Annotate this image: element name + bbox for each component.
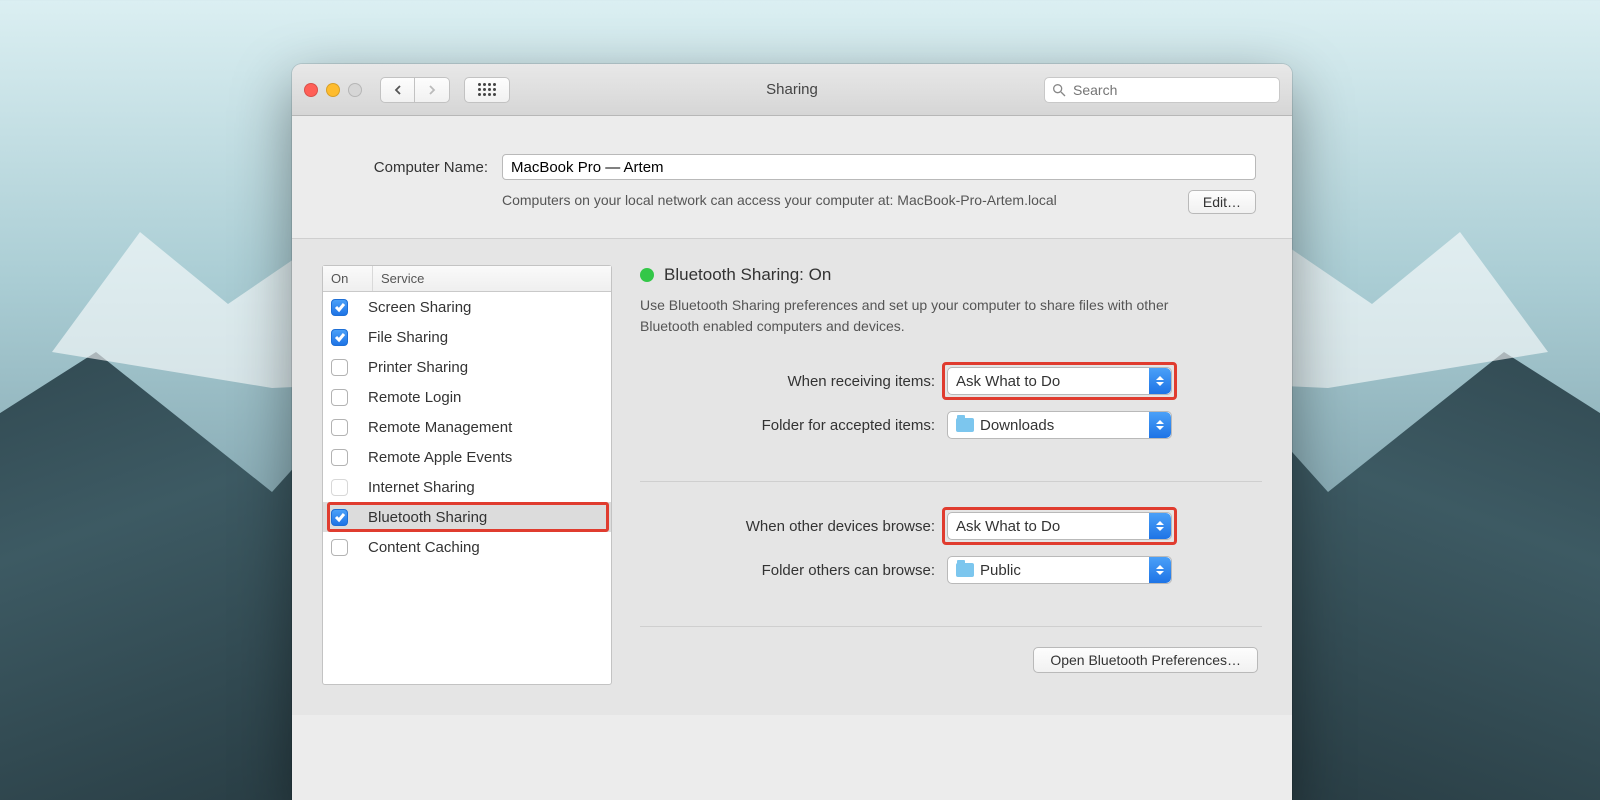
forward-button[interactable] [415, 77, 450, 103]
window-title: Sharing [766, 81, 818, 98]
status-indicator-on-icon [640, 268, 654, 282]
back-button[interactable] [380, 77, 415, 103]
service-checkbox[interactable] [331, 329, 348, 346]
sharing-preferences-window: Sharing Computer Name: Computers on your… [292, 64, 1292, 800]
search-field-wrap [1044, 77, 1280, 103]
accepted-folder-popup[interactable]: Downloads [947, 411, 1172, 439]
folder-icon [956, 418, 974, 432]
computer-name-label: Computer Name: [328, 159, 488, 176]
browse-folder-popup[interactable]: Public [947, 556, 1172, 584]
computer-name-section: Computer Name: Computers on your local n… [292, 116, 1292, 239]
service-checkbox[interactable] [331, 419, 348, 436]
service-row[interactable]: Content Caching [323, 532, 611, 562]
service-checkbox[interactable] [331, 299, 348, 316]
service-checkbox[interactable] [331, 539, 348, 556]
receiving-action-popup[interactable]: Ask What to Do [947, 367, 1172, 395]
browse-action-value: Ask What to Do [956, 518, 1060, 535]
service-row[interactable]: Screen Sharing [323, 292, 611, 322]
popup-arrows-icon [1149, 557, 1171, 583]
service-label: Remote Management [368, 419, 512, 436]
sharing-body: On Service Screen Sharing File Sharing Pri… [292, 239, 1292, 715]
service-row[interactable]: Remote Management [323, 412, 611, 442]
service-checkbox [331, 479, 348, 496]
service-list: On Service Screen Sharing File Sharing Pri… [322, 265, 612, 685]
edit-hostname-button[interactable]: Edit… [1188, 190, 1256, 214]
zoom-window-button[interactable] [348, 83, 362, 97]
service-label: Remote Login [368, 389, 461, 406]
service-row[interactable]: Bluetooth Sharing [323, 502, 611, 532]
minimize-window-button[interactable] [326, 83, 340, 97]
search-icon [1051, 82, 1067, 98]
folder-icon [956, 563, 974, 577]
popup-arrows-icon [1149, 368, 1171, 394]
service-detail-pane: Bluetooth Sharing: On Use Bluetooth Shar… [640, 265, 1262, 685]
service-list-rows: Screen Sharing File Sharing Printer Sharin… [323, 292, 611, 684]
receiving-action-value: Ask What to Do [956, 373, 1060, 390]
receiving-label: When receiving items: [640, 373, 935, 390]
service-row[interactable]: Remote Login [323, 382, 611, 412]
service-label: File Sharing [368, 329, 448, 346]
grid-icon [478, 83, 496, 96]
accepted-folder-value: Downloads [980, 417, 1054, 434]
service-label: Bluetooth Sharing [368, 509, 487, 526]
receiving-group: When receiving items: Ask What to Do Fol… [640, 367, 1262, 482]
service-label: Printer Sharing [368, 359, 468, 376]
open-bluetooth-preferences-button[interactable]: Open Bluetooth Preferences… [1033, 647, 1258, 673]
service-checkbox[interactable] [331, 449, 348, 466]
close-window-button[interactable] [304, 83, 318, 97]
browse-label: When other devices browse: [640, 518, 935, 535]
window-titlebar: Sharing [292, 64, 1292, 116]
browse-action-popup[interactable]: Ask What to Do [947, 512, 1172, 540]
browse-folder-value: Public [980, 562, 1021, 579]
service-description: Use Bluetooth Sharing preferences and se… [640, 295, 1220, 337]
service-label: Content Caching [368, 539, 480, 556]
service-row[interactable]: Internet Sharing [323, 472, 611, 502]
service-row[interactable]: Printer Sharing [323, 352, 611, 382]
status-title: Bluetooth Sharing: On [664, 265, 831, 285]
browse-group: When other devices browse: Ask What to D… [640, 512, 1262, 627]
show-all-prefs-button[interactable] [464, 77, 510, 103]
service-row[interactable]: File Sharing [323, 322, 611, 352]
search-input[interactable] [1044, 77, 1280, 103]
service-checkbox[interactable] [331, 509, 348, 526]
service-checkbox[interactable] [331, 389, 348, 406]
popup-arrows-icon [1149, 513, 1171, 539]
service-label: Remote Apple Events [368, 449, 512, 466]
nav-back-forward [380, 77, 450, 103]
header-on: On [323, 266, 373, 291]
service-label: Screen Sharing [368, 299, 471, 316]
computer-name-description: Computers on your local network can acce… [502, 190, 1174, 214]
service-checkbox[interactable] [331, 359, 348, 376]
service-label: Internet Sharing [368, 479, 475, 496]
browse-folder-label: Folder others can browse: [640, 562, 935, 579]
service-list-header: On Service [323, 266, 611, 292]
service-row[interactable]: Remote Apple Events [323, 442, 611, 472]
header-service: Service [373, 266, 611, 291]
accepted-folder-label: Folder for accepted items: [640, 417, 935, 434]
popup-arrows-icon [1149, 412, 1171, 438]
traffic-lights [304, 83, 362, 97]
computer-name-input[interactable] [502, 154, 1256, 180]
